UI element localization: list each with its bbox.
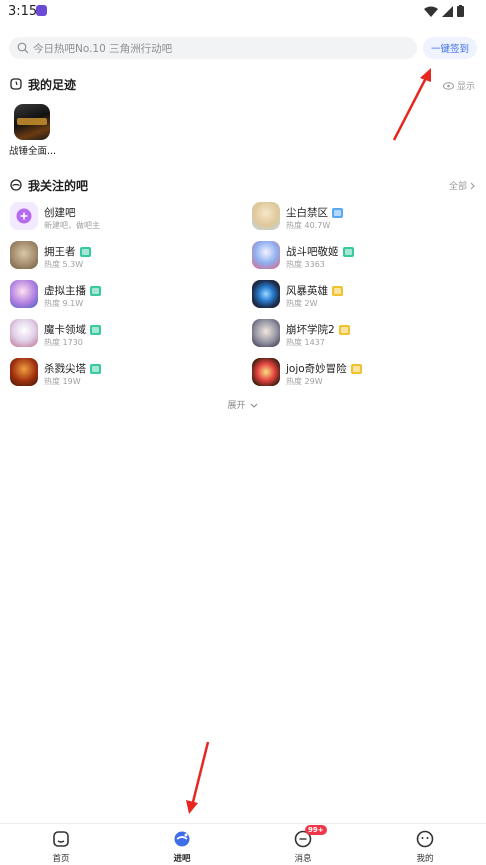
signal-icon (442, 5, 453, 17)
footprints-toggle[interactable]: 显示 (442, 79, 475, 92)
one-click-signin-button[interactable]: 一键签到 (423, 37, 477, 59)
bar-name: 虚拟主播 (44, 285, 86, 297)
bar-avatar (252, 241, 280, 269)
bar-sub: 热度 1437 (286, 338, 325, 347)
chevron-right-icon (470, 182, 475, 189)
bar-name: 尘白禁区 (286, 207, 328, 219)
footprints-header: 我的足迹 (10, 76, 76, 92)
footprints-toggle-label: 显示 (456, 82, 475, 92)
create-bar-item[interactable]: 创建吧 新建吧，做吧主 (10, 202, 240, 234)
bottom-navigation: 首页 进吧 99+ 消息 我的 (0, 823, 486, 865)
bar-item[interactable]: 虚拟主播 热度 9.1W (10, 280, 240, 312)
bar-item[interactable]: 拥王者 热度 5.3W (10, 241, 240, 273)
bar-name: 杀戮尖塔 (44, 363, 86, 375)
level-badge-icon (342, 246, 354, 257)
bar-sub: 热度 29W (286, 377, 323, 386)
bar-avatar (10, 358, 38, 386)
bar-name: 风暴英雄 (286, 285, 328, 297)
bar-avatar (252, 280, 280, 308)
bar-name: 创建吧 (44, 207, 76, 219)
level-badge-icon (79, 246, 91, 257)
system-icons (424, 5, 464, 17)
level-badge-icon (90, 285, 101, 296)
bar-item[interactable]: 战斗吧敬姬 热度 3363 (252, 241, 482, 273)
bar-sub: 热度 3363 (286, 260, 325, 269)
footprints-title: 我的足迹 (28, 77, 77, 92)
nav-home[interactable]: 首页 (31, 828, 91, 864)
bar-item[interactable]: 风暴英雄 热度 2W (252, 280, 482, 312)
bar-item[interactable]: jojo奇妙冒险 热度 29W (252, 358, 482, 390)
expand-label: 展开 (227, 401, 246, 411)
followed-all-label: 全部 (448, 182, 467, 192)
level-badge-icon (332, 285, 343, 296)
bar-avatar (10, 319, 38, 347)
level-badge-icon (90, 324, 101, 335)
bar-sub: 热度 40.7W (286, 221, 331, 230)
nav-profile[interactable]: 我的 (395, 828, 455, 864)
bar-sub: 热度 1730 (44, 338, 83, 347)
eye-icon (442, 81, 454, 90)
bar-sub: 新建吧，做吧主 (44, 221, 100, 230)
enter-bar-icon (173, 830, 191, 848)
chevron-down-icon (251, 403, 258, 408)
bar-avatar (10, 280, 38, 308)
nav-profile-label: 我的 (416, 854, 434, 864)
bar-avatar (10, 241, 38, 269)
nav-home-label: 首页 (52, 854, 70, 864)
wifi-icon (424, 6, 438, 17)
search-icon (17, 42, 29, 54)
forum-icon (10, 179, 22, 191)
profile-icon (416, 830, 434, 848)
app-notification-icon (36, 5, 47, 16)
nav-messages-label: 消息 (294, 854, 312, 864)
bar-name: 战斗吧敬姬 (286, 246, 339, 258)
footprint-item[interactable]: 战锤全面... (9, 104, 65, 157)
bar-sub: 热度 9.1W (44, 299, 84, 308)
level-badge-icon (350, 363, 362, 374)
status-bar: 3:15 (0, 0, 486, 22)
footprint-icon (10, 78, 22, 90)
bar-item[interactable]: 杀戮尖塔 热度 19W (10, 358, 240, 390)
create-bar-avatar (10, 202, 38, 230)
bar-avatar (252, 202, 280, 230)
bar-item[interactable]: 崩坏学院2 热度 1437 (252, 319, 482, 351)
nav-messages[interactable]: 99+ 消息 (273, 825, 333, 864)
bar-name: 崩坏学院2 (286, 324, 335, 336)
bar-item[interactable]: 魔卡领域 热度 1730 (10, 319, 240, 351)
search-input[interactable]: 今日热吧No.10 三角洲行动吧 (9, 37, 417, 59)
home-icon (52, 830, 70, 848)
bar-avatar (252, 319, 280, 347)
expand-button[interactable]: 展开 (0, 398, 486, 411)
bar-sub: 热度 5.3W (44, 260, 84, 269)
level-badge-icon (90, 363, 101, 374)
nav-enter-bar-label: 进吧 (173, 854, 191, 864)
battery-icon (457, 5, 464, 17)
followed-header: 我关注的吧 (10, 177, 88, 193)
level-badge-icon (332, 207, 343, 218)
footprint-thumbnail (14, 104, 50, 140)
level-badge-icon (338, 324, 350, 335)
plus-icon (16, 208, 32, 224)
followed-title: 我关注的吧 (28, 178, 89, 193)
search-placeholder: 今日热吧No.10 三角洲行动吧 (33, 42, 173, 55)
bar-name: jojo奇妙冒险 (286, 363, 347, 375)
bar-sub: 热度 2W (286, 299, 318, 308)
bar-name: 拥王者 (44, 246, 76, 258)
search-row: 今日热吧No.10 三角洲行动吧 一键签到 (9, 37, 479, 59)
bar-name: 魔卡领域 (44, 324, 86, 336)
annotation-arrow-up-icon (392, 68, 431, 141)
annotation-arrow-down-icon (186, 741, 210, 814)
bar-sub: 热度 19W (44, 377, 81, 386)
bar-item[interactable]: 尘白禁区 热度 40.7W (252, 202, 482, 234)
bar-avatar (252, 358, 280, 386)
nav-enter-bar[interactable]: 进吧 (152, 828, 212, 864)
footprint-item-name: 战锤全面... (9, 146, 57, 157)
followed-all-link[interactable]: 全部 (449, 179, 475, 192)
message-count-badge: 99+ (305, 825, 327, 835)
message-icon: 99+ (294, 825, 327, 848)
status-time: 3:15 (8, 4, 38, 19)
